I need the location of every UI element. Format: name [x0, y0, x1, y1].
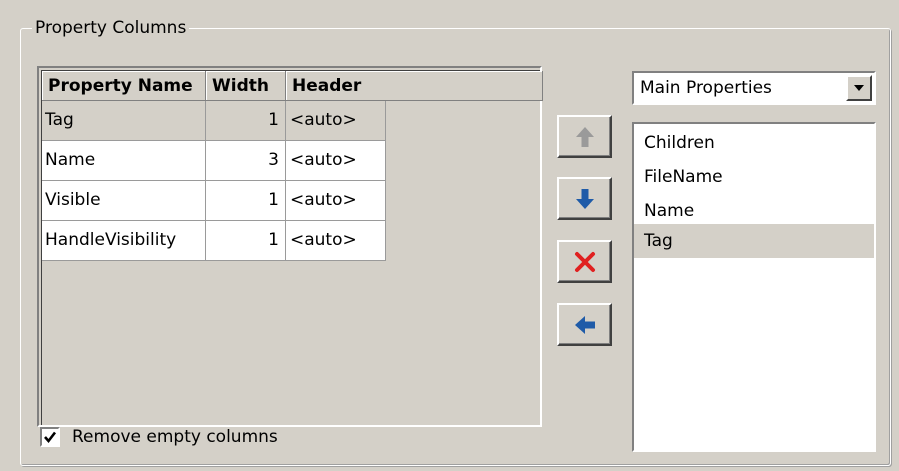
arrow-left-icon: [574, 315, 595, 334]
chevron-down-icon: [854, 85, 864, 91]
available-properties-list[interactable]: Children FileName Name Tag: [632, 122, 876, 452]
cell-property-name[interactable]: Tag: [42, 101, 206, 141]
cell-header[interactable]: <auto>: [286, 101, 386, 141]
checkmark-icon: [44, 431, 57, 444]
cell-width[interactable]: 1: [206, 101, 286, 141]
list-item[interactable]: Tag: [634, 224, 874, 258]
dropdown-selected: Main Properties: [640, 78, 772, 98]
list-item[interactable]: Children: [634, 126, 874, 160]
columns-table[interactable]: Property Name Width Header Tag 1 <auto> …: [37, 66, 543, 427]
cell-header[interactable]: <auto>: [286, 221, 386, 261]
cell-header[interactable]: <auto>: [286, 181, 386, 221]
remove-empty-columns-checkbox[interactable]: [40, 427, 60, 447]
list-item[interactable]: Name: [634, 194, 874, 228]
column-header-header[interactable]: Header: [286, 71, 543, 101]
cell-property-name[interactable]: Visible: [42, 181, 206, 221]
cell-width[interactable]: 3: [206, 141, 286, 181]
group-title: Property Columns: [32, 18, 190, 38]
arrow-up-icon: [575, 126, 594, 147]
cell-width[interactable]: 1: [206, 181, 286, 221]
column-header-property-name[interactable]: Property Name: [42, 71, 206, 101]
add-column-button[interactable]: [557, 303, 612, 346]
move-down-button[interactable]: [557, 177, 612, 220]
cell-header[interactable]: <auto>: [286, 141, 386, 181]
column-header-width[interactable]: Width: [206, 71, 286, 101]
property-set-dropdown[interactable]: Main Properties: [632, 71, 876, 105]
move-up-button[interactable]: [557, 115, 612, 158]
remove-empty-columns-label[interactable]: Remove empty columns: [72, 425, 278, 449]
arrow-down-icon: [575, 188, 594, 209]
cell-property-name[interactable]: Name: [42, 141, 206, 181]
remove-column-button[interactable]: [557, 240, 612, 283]
list-item[interactable]: FileName: [634, 160, 874, 194]
dropdown-arrow-button[interactable]: [846, 75, 872, 101]
red-x-icon: [574, 251, 595, 272]
cell-property-name[interactable]: HandleVisibility: [42, 221, 206, 261]
cell-width[interactable]: 1: [206, 221, 286, 261]
